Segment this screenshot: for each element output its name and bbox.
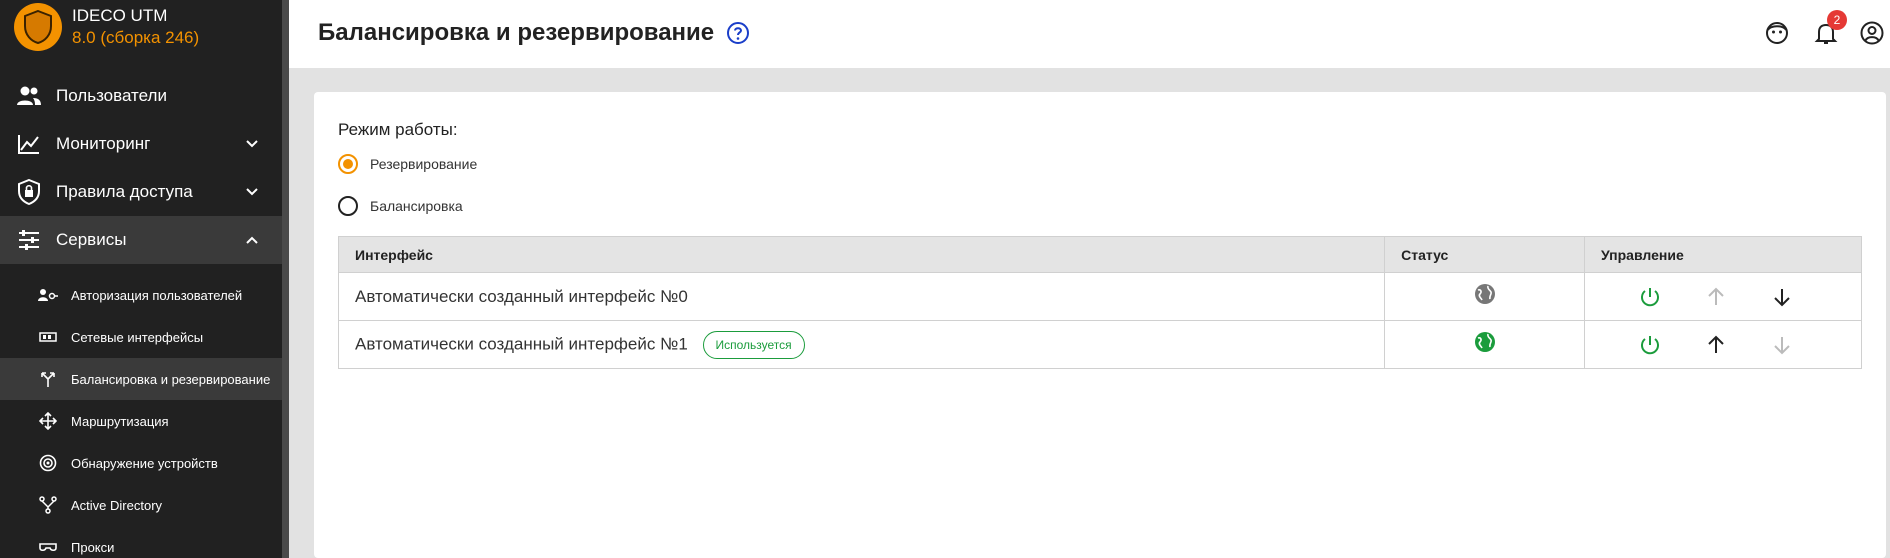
sidebar-subitem-label: Авторизация пользователей — [71, 287, 243, 303]
sliders-icon — [14, 225, 44, 255]
interface-name: Автоматически созданный интерфейс №1 — [355, 333, 688, 353]
sidebar-scrollbar[interactable] — [282, 0, 289, 558]
radio-label: Балансировка — [370, 198, 463, 214]
sidebar-item-label: Пользователи — [56, 86, 167, 105]
app-version: 8.0 (сборка 246) — [72, 28, 200, 47]
radio-label: Резервирование — [370, 156, 478, 172]
mode-label: Режим работы: — [338, 120, 458, 139]
sidebar-item-users[interactable]: Пользователи — [0, 72, 282, 120]
in-use-badge: Используется — [702, 330, 805, 359]
sidebar-subitem-label: Сетевые интерфейсы — [71, 329, 204, 345]
directory-tree-icon — [38, 495, 58, 515]
sidebar-item-label: Правила доступа — [56, 182, 193, 201]
shield-lock-icon — [14, 177, 44, 207]
table-header-row: Интерфейс Статус Управление — [337, 236, 1862, 273]
app-name: IDECO UTM — [72, 6, 168, 25]
status-cell — [1384, 272, 1585, 321]
interfaces-table: Интерфейс Статус Управление Автоматическ… — [337, 236, 1862, 369]
support-agent-icon[interactable] — [1764, 20, 1790, 46]
sidebar-subitem-label: Обнаружение устройств — [71, 455, 218, 471]
chevron-down-icon — [246, 140, 258, 148]
sidebar-item-access-rules[interactable]: Правила доступа — [0, 168, 282, 216]
sidebar: IDECO UTM 8.0 (сборка 246) Пользователи … — [0, 0, 282, 558]
status-cell — [1384, 320, 1585, 369]
arrows-cross-icon — [38, 411, 58, 431]
arrow-down-icon[interactable] — [1771, 334, 1793, 356]
sidebar-subitem-label: Маршрутизация — [71, 413, 169, 429]
interface-name-cell: Автоматически созданный интерфейс №1 Исп… — [337, 320, 1386, 369]
sidebar-subitem-balancing[interactable]: Балансировка и резервирование — [0, 358, 282, 400]
logo-shield-icon — [14, 3, 62, 51]
page-title: Балансировка и резервирование — [318, 19, 715, 46]
chevron-down-icon — [246, 188, 258, 196]
sidebar-item-monitoring[interactable]: Мониторинг — [0, 120, 282, 168]
sidebar-subitem-active-directory[interactable]: Active Directory — [0, 484, 282, 526]
radio-button-checked[interactable] — [338, 154, 358, 174]
help-icon[interactable] — [726, 21, 750, 45]
column-header-control[interactable]: Управление — [1584, 236, 1862, 273]
sidebar-subitem-label: Active Directory — [71, 497, 163, 513]
column-header-status[interactable]: Статус — [1384, 236, 1585, 273]
radio-balance[interactable]: Балансировка — [338, 196, 463, 216]
interface-name-cell: Автоматически созданный интерфейс №0 — [337, 272, 1386, 321]
sidebar-item-label: Сервисы — [56, 230, 127, 249]
sidebar-subitem-label: Балансировка и резервирование — [71, 371, 271, 387]
power-icon[interactable] — [1639, 286, 1661, 308]
chart-line-icon — [14, 129, 44, 159]
sidebar-subitem-label: Прокси — [71, 539, 115, 555]
user-key-icon — [38, 285, 58, 305]
sidebar-subitem-network-interfaces[interactable]: Сетевые интерфейсы — [0, 316, 282, 358]
sidebar-item-label: Мониторинг — [56, 134, 151, 153]
power-icon[interactable] — [1639, 334, 1661, 356]
page-header: Балансировка и резервирование — [289, 0, 1890, 68]
arrow-down-icon[interactable] — [1771, 286, 1793, 308]
globe-active-icon — [1474, 332, 1495, 352]
chevron-up-icon — [246, 236, 258, 244]
interface-name: Автоматически созданный интерфейс №0 — [355, 286, 688, 306]
brand: IDECO UTM 8.0 (сборка 246) — [0, 0, 282, 54]
main-card: Режим работы: Резервирование Балансировк… — [314, 92, 1886, 558]
notification-count-badge: 2 — [1827, 10, 1847, 30]
mask-icon — [38, 537, 58, 557]
radar-icon — [38, 453, 58, 473]
arrow-up-icon[interactable] — [1705, 286, 1727, 308]
column-header-interface[interactable]: Интерфейс — [337, 236, 1386, 273]
network-card-icon — [38, 327, 58, 347]
sidebar-subitem-routing[interactable]: Маршрутизация — [0, 400, 282, 442]
globe-inactive-icon — [1474, 284, 1495, 304]
radio-reserve[interactable]: Резервирование — [338, 154, 477, 174]
table-row: Автоматически созданный интерфейс №1 Исп… — [337, 320, 1862, 369]
arrow-up-icon[interactable] — [1705, 334, 1727, 356]
sidebar-subitem-user-auth[interactable]: Авторизация пользователей — [0, 274, 282, 316]
table-row: Автоматически созданный интерфейс №0 — [337, 272, 1862, 321]
control-cell — [1584, 320, 1862, 369]
sidebar-item-services[interactable]: Сервисы — [0, 216, 282, 264]
sidebar-subitem-proxy[interactable]: Прокси — [0, 526, 282, 558]
account-icon[interactable] — [1859, 20, 1885, 46]
radio-button[interactable] — [338, 196, 358, 216]
control-cell — [1584, 272, 1862, 321]
sidebar-subitem-device-discovery[interactable]: Обнаружение устройств — [0, 442, 282, 484]
arrows-split-icon — [38, 369, 58, 389]
users-icon — [14, 81, 44, 111]
